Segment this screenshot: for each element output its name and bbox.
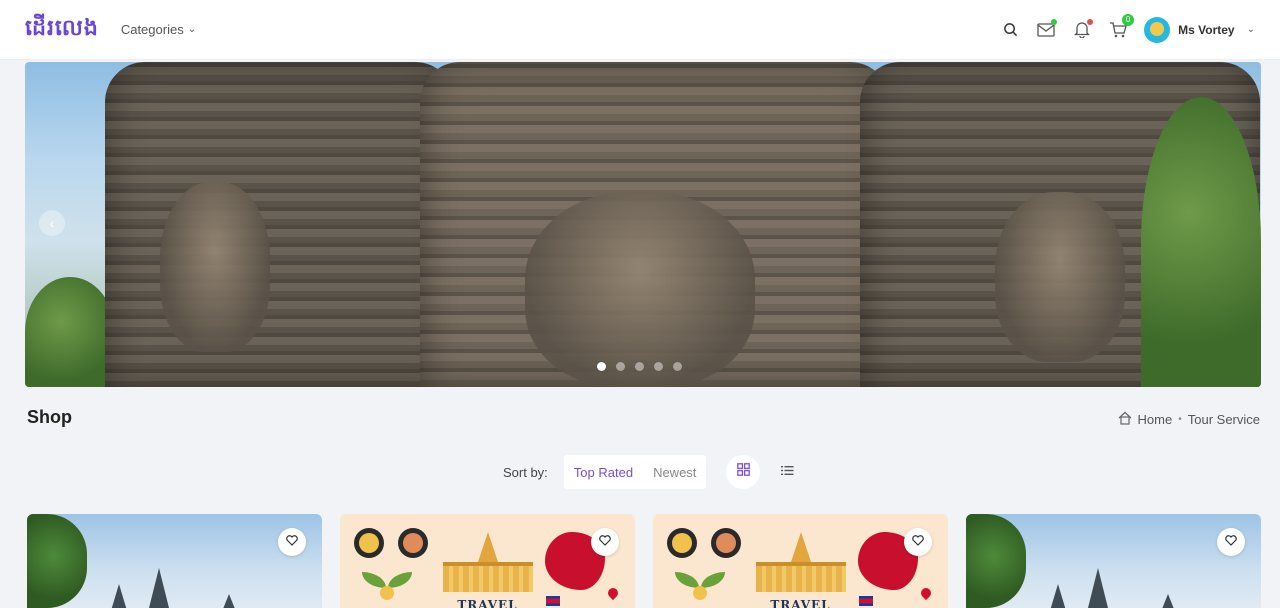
card-image-tree bbox=[966, 514, 1026, 608]
carousel-dot[interactable] bbox=[654, 362, 663, 371]
product-card[interactable] bbox=[27, 514, 322, 608]
card-image-spire bbox=[217, 594, 241, 608]
banner-tree-left bbox=[25, 277, 115, 387]
categories-dropdown[interactable]: Categories ⌄ bbox=[121, 22, 196, 37]
favorite-button[interactable] bbox=[278, 528, 306, 556]
card-image-spire bbox=[107, 584, 131, 608]
flag-icon bbox=[546, 596, 560, 606]
chevron-down-icon: ⌄ bbox=[1246, 24, 1255, 35]
breadcrumb: Home • Tour Service bbox=[1118, 411, 1260, 428]
banner-tree-right bbox=[1141, 97, 1261, 387]
cart-count-badge: 0 bbox=[1122, 13, 1135, 26]
mail-notification-dot bbox=[1051, 18, 1058, 25]
favorite-button[interactable] bbox=[904, 528, 932, 556]
breadcrumb-current: Tour Service bbox=[1187, 412, 1260, 427]
product-grid: TRAVEL TRAVEL bbox=[27, 514, 1261, 608]
card-image-temple bbox=[756, 532, 846, 592]
favorite-button[interactable] bbox=[591, 528, 619, 556]
grid-view-button[interactable] bbox=[726, 455, 761, 489]
card-image-spire bbox=[1084, 568, 1112, 608]
carousel-dot[interactable] bbox=[597, 362, 606, 371]
card-image-food-bowl bbox=[398, 528, 428, 558]
banner-stone-face bbox=[995, 192, 1125, 362]
carousel-dot[interactable] bbox=[616, 362, 625, 371]
banner-stone-face bbox=[525, 192, 755, 387]
card-image-food-bowl bbox=[667, 528, 697, 558]
chevron-left-icon: ‹ bbox=[49, 215, 55, 231]
sort-options: Top Rated Newest bbox=[563, 455, 707, 489]
favorite-button[interactable] bbox=[1217, 528, 1245, 556]
banner-stone-face bbox=[160, 182, 270, 352]
heart-icon bbox=[912, 533, 924, 551]
list-view-button[interactable] bbox=[770, 455, 804, 489]
site-logo[interactable]: ដើរលេង bbox=[25, 14, 99, 46]
carousel-prev-button[interactable]: ‹ bbox=[39, 210, 65, 236]
card-image-spire bbox=[1046, 584, 1070, 608]
flag-icon bbox=[859, 596, 873, 606]
carousel-dot[interactable] bbox=[635, 362, 644, 371]
heart-icon bbox=[599, 533, 611, 551]
view-mode-toggle bbox=[726, 455, 804, 489]
poster-title: TRAVEL bbox=[457, 598, 518, 608]
card-image-tree bbox=[27, 514, 87, 608]
product-card[interactable] bbox=[966, 514, 1261, 608]
chevron-down-icon: ⌄ bbox=[187, 24, 197, 35]
card-image-spire bbox=[1156, 594, 1180, 608]
card-image-spire bbox=[145, 568, 173, 608]
home-icon[interactable] bbox=[1118, 411, 1132, 428]
top-navbar: ដើរលេង Categories ⌄ 0 Ms Vortey ⌄ bbox=[0, 0, 1280, 60]
carousel-dots bbox=[597, 362, 682, 371]
hero-banner-carousel: ‹ bbox=[25, 62, 1261, 387]
sort-bar: Sort by: Top Rated Newest bbox=[503, 455, 804, 489]
carousel-dot[interactable] bbox=[673, 362, 682, 371]
user-menu[interactable]: Ms Vortey ⌄ bbox=[1144, 16, 1255, 43]
sort-option-newest[interactable]: Newest bbox=[653, 465, 696, 480]
grid-view-icon bbox=[737, 463, 750, 481]
card-image-food-bowl bbox=[711, 528, 741, 558]
heart-icon bbox=[286, 533, 298, 551]
card-image-temple bbox=[443, 532, 533, 592]
list-view-icon bbox=[780, 463, 794, 481]
bell-notification-dot bbox=[1087, 18, 1094, 25]
poster-title: TRAVEL bbox=[770, 598, 831, 608]
banner-stone-tower-left bbox=[105, 62, 455, 387]
product-card[interactable]: TRAVEL bbox=[653, 514, 948, 608]
mail-icon[interactable] bbox=[1036, 18, 1058, 40]
cart-icon[interactable]: 0 bbox=[1108, 13, 1135, 40]
categories-label: Categories bbox=[120, 22, 184, 37]
sort-label: Sort by: bbox=[503, 464, 548, 480]
bell-icon[interactable] bbox=[1072, 18, 1094, 40]
sort-option-top-rated[interactable]: Top Rated bbox=[574, 465, 633, 480]
user-name: Ms Vortey bbox=[1178, 22, 1235, 37]
product-card[interactable]: TRAVEL bbox=[340, 514, 635, 608]
breadcrumb-separator: • bbox=[1178, 414, 1182, 425]
page-title: Shop bbox=[27, 407, 72, 427]
card-image-food-bowl bbox=[354, 528, 384, 558]
breadcrumb-home-link[interactable]: Home bbox=[1138, 412, 1173, 427]
header-actions: 0 Ms Vortey ⌄ bbox=[1000, 13, 1255, 43]
heart-icon bbox=[1225, 533, 1237, 551]
avatar bbox=[1144, 16, 1171, 43]
search-icon[interactable] bbox=[1000, 20, 1020, 40]
